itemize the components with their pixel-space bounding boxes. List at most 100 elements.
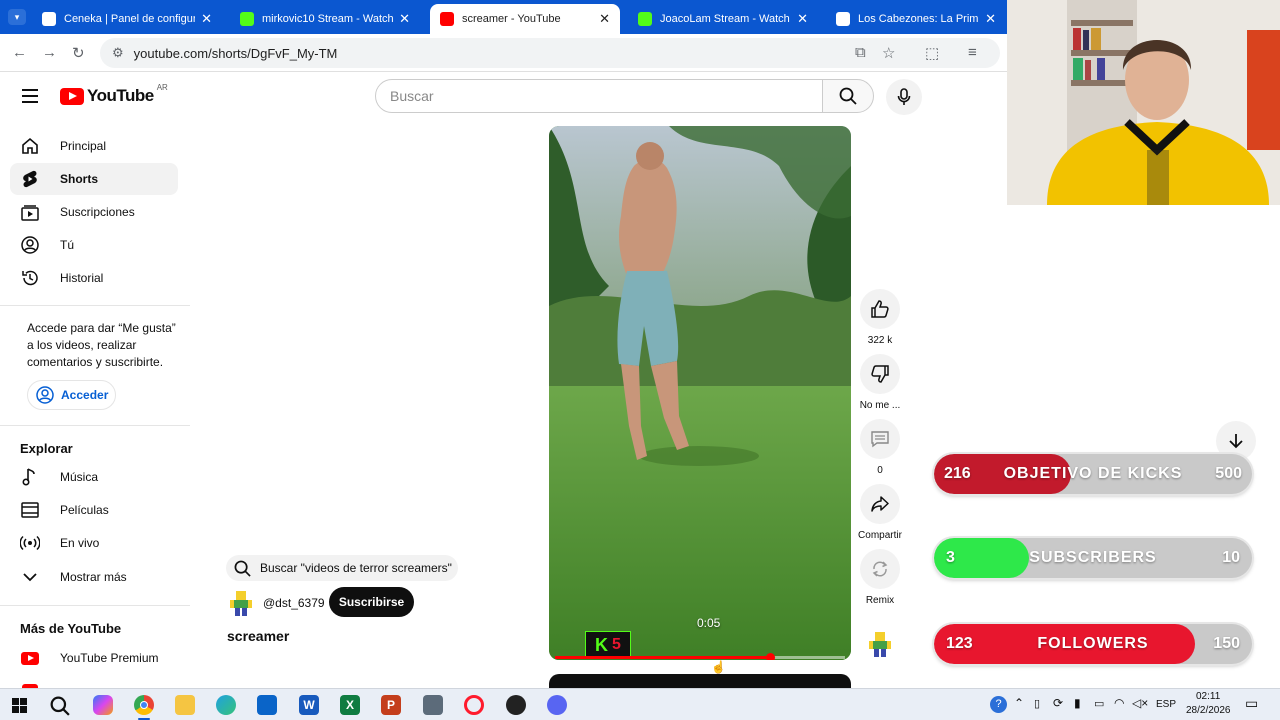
goal-label-kicks: OBJETIVO DE KICKS bbox=[1003, 465, 1183, 482]
tray-wifi-icon[interactable]: ◠ bbox=[1114, 696, 1124, 710]
goal-target-followers: 150 bbox=[1213, 635, 1240, 652]
video-progress-fill bbox=[555, 656, 770, 659]
tray-device-icon[interactable]: ▯ bbox=[1034, 697, 1040, 710]
powerpoint-icon[interactable]: P bbox=[381, 695, 401, 715]
url-text: youtube.com/shorts/DgFvF_My-TM bbox=[133, 45, 338, 61]
channel-handle[interactable]: @dst_6379 bbox=[263, 596, 325, 610]
excel-icon[interactable]: X bbox=[340, 695, 360, 715]
site-info-icon[interactable]: ⚙ bbox=[112, 45, 124, 61]
browser-tab[interactable]: JoacoLam Stream - Watch Live ✕ bbox=[628, 4, 818, 34]
install-app-icon[interactable]: ⧉ bbox=[855, 44, 866, 61]
tab-close-icon[interactable]: ✕ bbox=[985, 11, 996, 27]
search-placeholder: Buscar bbox=[390, 88, 434, 104]
signin-button[interactable]: Acceder bbox=[27, 380, 116, 410]
browser-tab[interactable]: screamer - YouTube ✕ bbox=[430, 4, 620, 34]
search-icon bbox=[839, 87, 857, 105]
sidebar-item-musica[interactable]: Música bbox=[10, 461, 178, 493]
notifications-icon[interactable]: ▭ bbox=[1245, 695, 1258, 712]
sidebar-item-youtube-premium[interactable]: YouTube Premium bbox=[10, 642, 178, 674]
browser-tab[interactable]: Los Cabezones: La Primera Divi ✕ bbox=[826, 4, 1006, 34]
sidebar-item-en-vivo[interactable]: En vivo bbox=[10, 527, 178, 559]
video-progress-track[interactable] bbox=[555, 653, 845, 660]
sidebar-item-shorts[interactable]: Shorts bbox=[10, 163, 178, 195]
browser-tab[interactable]: Ceneka | Panel de configuración ✕ bbox=[32, 4, 222, 34]
bookmark-star-icon[interactable]: ☆ bbox=[882, 44, 895, 62]
goal-target-subscribers: 10 bbox=[1222, 549, 1240, 566]
menu-icon[interactable] bbox=[22, 89, 38, 103]
tray-time[interactable]: 02:11 bbox=[1196, 691, 1220, 702]
tab-favicon-icon bbox=[836, 12, 850, 26]
share-action[interactable]: Compartir bbox=[858, 484, 902, 541]
obs-icon[interactable] bbox=[506, 695, 526, 715]
tray-microphone-icon[interactable]: ▮ bbox=[1074, 696, 1081, 710]
sidebar-item-principal[interactable]: Principal bbox=[10, 130, 178, 162]
back-icon[interactable]: ← bbox=[12, 44, 27, 61]
youtube-play-icon bbox=[60, 87, 84, 105]
goal-bar-subscribers: 3 SUBSCRIBERS 10 bbox=[934, 538, 1252, 578]
remix-icon bbox=[872, 561, 888, 577]
tray-chevron-icon[interactable]: ⌃ bbox=[1014, 696, 1024, 710]
copilot-icon[interactable] bbox=[93, 695, 113, 715]
tray-date[interactable]: 28/2/2026 bbox=[1186, 705, 1231, 716]
youtube-logo[interactable]: YouTube AR bbox=[60, 83, 168, 106]
sidebar-item-mostrar-mas[interactable]: Mostrar más bbox=[10, 561, 178, 593]
forward-icon[interactable]: → bbox=[42, 44, 57, 61]
goal-target-kicks: 500 bbox=[1215, 465, 1242, 482]
voice-search-button[interactable] bbox=[886, 79, 922, 115]
you-icon bbox=[20, 236, 40, 254]
sidebar-item-tu[interactable]: Tú bbox=[10, 229, 178, 261]
video-frame bbox=[549, 126, 851, 660]
media-control-icon[interactable]: ≡ bbox=[968, 44, 977, 61]
channel-avatar[interactable] bbox=[227, 589, 255, 617]
extensions-icon[interactable]: ⬚ bbox=[925, 44, 939, 62]
sidebar-item-suscripciones[interactable]: Suscripciones bbox=[10, 196, 178, 228]
tray-battery-icon[interactable]: ▭ bbox=[1094, 697, 1104, 710]
tab-close-icon[interactable]: ✕ bbox=[599, 11, 610, 27]
next-short-preview[interactable] bbox=[549, 674, 851, 688]
tab-close-icon[interactable]: ✕ bbox=[797, 11, 808, 27]
reload-icon[interactable]: ↻ bbox=[72, 44, 85, 62]
tab-title: mirkovic10 Stream - Watch Live bbox=[262, 13, 394, 25]
outlook-icon[interactable] bbox=[257, 695, 277, 715]
subscribe-button[interactable]: Suscribirse bbox=[329, 587, 414, 617]
remix-action[interactable]: Remix bbox=[858, 549, 902, 606]
taskbar-search-icon[interactable] bbox=[50, 696, 70, 716]
tab-title: JoacoLam Stream - Watch Live bbox=[660, 13, 791, 25]
word-icon[interactable]: W bbox=[299, 695, 319, 715]
kick-logo-icon: K bbox=[595, 634, 609, 655]
tray-network-sync-icon[interactable]: ⟳ bbox=[1053, 696, 1063, 710]
audio-source-avatar[interactable] bbox=[866, 630, 894, 658]
chrome-icon[interactable] bbox=[134, 695, 154, 715]
signin-prompt: Accede para dar “Me gusta” a los videos,… bbox=[27, 321, 176, 369]
youtube-premium-icon bbox=[20, 651, 40, 665]
tray-volume-icon[interactable]: ◁× bbox=[1132, 696, 1148, 710]
calculator-icon[interactable] bbox=[423, 695, 443, 715]
tab-title: screamer - YouTube bbox=[462, 13, 561, 25]
dislike-action[interactable]: No me ... bbox=[858, 354, 902, 411]
windows-start-icon[interactable] bbox=[12, 698, 27, 713]
search-suggestion-chip[interactable]: Buscar "videos de terror screamers" bbox=[226, 555, 458, 581]
tray-language[interactable]: ESP bbox=[1156, 699, 1176, 710]
comments-action[interactable]: 0 bbox=[858, 419, 902, 476]
like-action[interactable]: 322 k bbox=[858, 289, 902, 346]
webcam-feed bbox=[1007, 0, 1280, 205]
search-input[interactable]: Buscar bbox=[375, 79, 823, 113]
sidebar-item-peliculas[interactable]: Películas bbox=[10, 494, 178, 526]
opera-icon[interactable] bbox=[464, 695, 484, 715]
help-icon[interactable]: ? bbox=[990, 696, 1007, 713]
tab-search-button[interactable]: ▾ bbox=[8, 9, 26, 25]
browser-tab[interactable]: mirkovic10 Stream - Watch Live ✕ bbox=[230, 4, 420, 34]
video-progress-knob[interactable] bbox=[765, 653, 775, 660]
search-button[interactable] bbox=[822, 79, 874, 113]
file-explorer-icon[interactable] bbox=[175, 695, 195, 715]
arrow-down-icon bbox=[1229, 434, 1243, 449]
edge-icon[interactable] bbox=[216, 695, 236, 715]
tab-close-icon[interactable]: ✕ bbox=[399, 11, 410, 27]
like-count: 322 k bbox=[867, 335, 893, 346]
discord-icon[interactable] bbox=[547, 695, 567, 715]
short-video-player[interactable]: 0:05 K 5 bbox=[549, 126, 851, 660]
sidebar-item-historial[interactable]: Historial bbox=[10, 262, 178, 294]
tab-close-icon[interactable]: ✕ bbox=[201, 11, 212, 27]
tab-favicon-icon bbox=[638, 12, 652, 26]
goal-bar-kicks: 216 OBJETIVO DE KICKS 500 bbox=[934, 454, 1252, 494]
